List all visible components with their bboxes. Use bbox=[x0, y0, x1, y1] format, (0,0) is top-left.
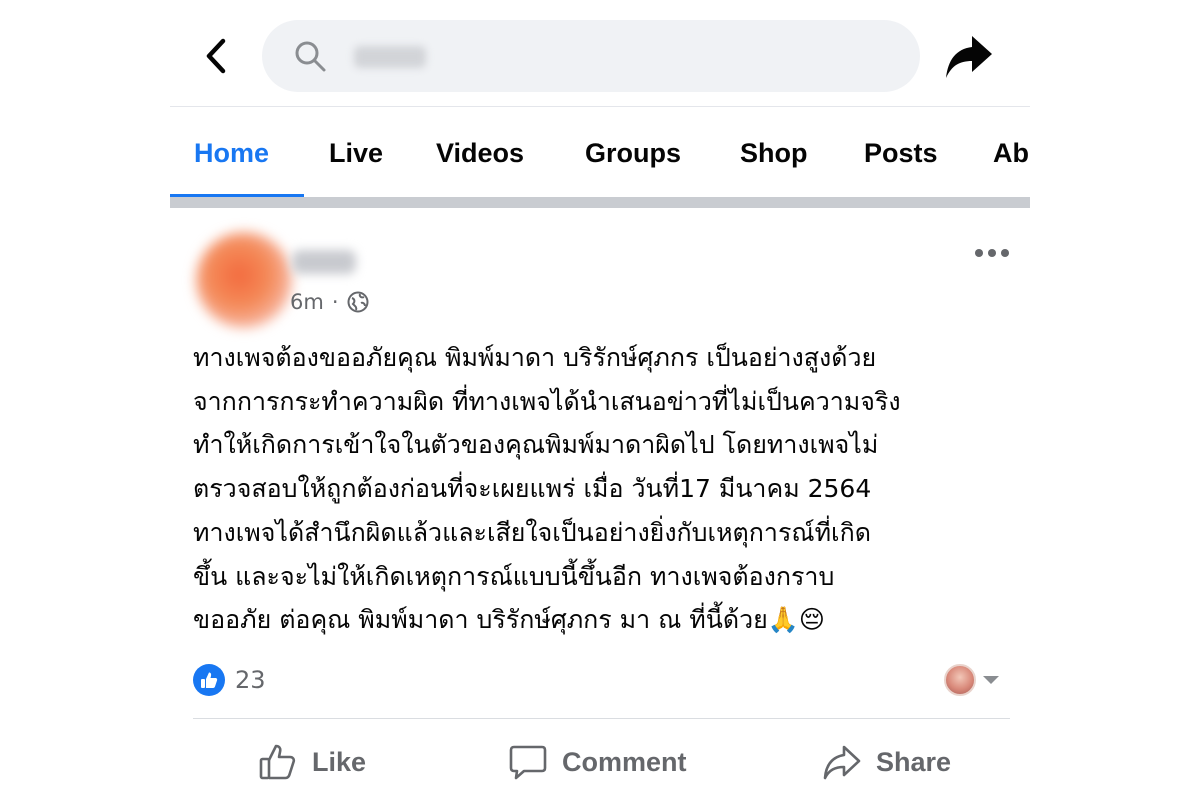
more-horizontal-icon bbox=[975, 249, 1009, 257]
like-label: Like bbox=[312, 746, 367, 777]
share-page-button[interactable] bbox=[942, 32, 996, 82]
facebook-page-screen: Home Live Videos Groups Shop Posts Ab 6m… bbox=[0, 0, 1200, 800]
reaction-count: 23 bbox=[235, 666, 266, 694]
tab-shop[interactable]: Shop bbox=[740, 138, 808, 169]
page-tabs: Home Live Videos Groups Shop Posts Ab bbox=[170, 108, 1030, 198]
tab-live[interactable]: Live bbox=[329, 138, 383, 169]
comment-label: Comment bbox=[562, 746, 687, 777]
post-meta: 6m · bbox=[290, 288, 369, 316]
globe-icon bbox=[347, 291, 369, 313]
tab-home[interactable]: Home bbox=[194, 138, 269, 169]
tab-about[interactable]: Ab bbox=[993, 138, 1029, 169]
redacted-search-text bbox=[354, 46, 426, 68]
comment-button[interactable]: Comment bbox=[508, 740, 687, 784]
user-avatar bbox=[944, 664, 976, 696]
tab-posts[interactable]: Posts bbox=[864, 138, 938, 169]
like-reaction-icon bbox=[193, 664, 225, 696]
reactions-summary[interactable]: 23 bbox=[193, 664, 266, 696]
header-divider bbox=[170, 106, 1030, 107]
more-options-button[interactable] bbox=[974, 238, 1010, 268]
share-icon bbox=[823, 745, 861, 780]
share-label: Share bbox=[876, 746, 952, 777]
thumbs-up-icon bbox=[259, 744, 296, 780]
post-body-text: ทางเพจต้องขออภัยคุณ พิมพ์มาดา บริรักษ์ศุ… bbox=[193, 343, 901, 635]
comment-bubble-icon bbox=[509, 745, 547, 780]
actions-divider bbox=[193, 718, 1010, 719]
share-arrow-icon bbox=[946, 36, 992, 78]
page-avatar[interactable] bbox=[196, 232, 292, 328]
react-as-selector[interactable] bbox=[944, 664, 1000, 696]
post-time[interactable]: 6m bbox=[290, 290, 324, 314]
search-icon bbox=[292, 38, 328, 74]
like-button[interactable]: Like bbox=[258, 740, 366, 784]
back-button[interactable] bbox=[196, 36, 236, 76]
page-name-redacted[interactable] bbox=[292, 250, 356, 274]
section-separator bbox=[170, 197, 1030, 208]
search-bar[interactable] bbox=[262, 20, 920, 92]
chevron-left-icon bbox=[206, 38, 226, 74]
tab-videos[interactable]: Videos bbox=[436, 138, 524, 169]
meta-separator: · bbox=[331, 290, 339, 314]
tab-groups[interactable]: Groups bbox=[585, 138, 681, 169]
caret-down-icon bbox=[983, 676, 999, 684]
share-button[interactable]: Share bbox=[822, 740, 951, 784]
